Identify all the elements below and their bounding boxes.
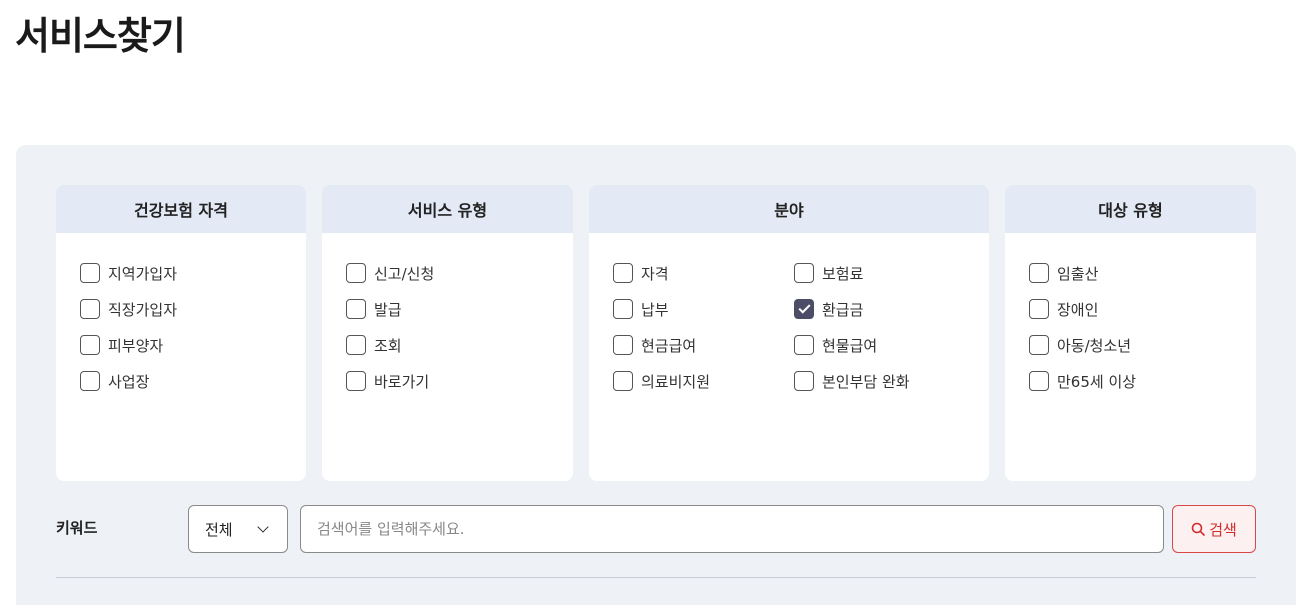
checkbox-label: 신고/신청 [374,264,435,283]
checkbox[interactable] [346,335,366,355]
filter-card-body: 자격 보험료 납부 환급금 현금급여 현물급여 의료비지원 본인부담 완화 [589,233,989,399]
search-input[interactable] [300,505,1164,553]
search-scope-value: 전체 [205,520,233,539]
search-scope-select[interactable]: 전체 [188,505,288,553]
search-button[interactable]: 검색 [1172,505,1256,553]
checkbox-label: 피부양자 [108,336,164,355]
keyword-label: 키워드 [56,519,98,537]
checkbox-label: 직장가입자 [108,300,178,319]
checkbox[interactable] [794,335,814,355]
checkbox-label: 만65세 이상 [1057,372,1137,391]
checkbox-item-eligibility[interactable]: 자격 [613,255,794,291]
checkbox-item-child-youth[interactable]: 아동/청소년 [1029,327,1256,363]
checkbox[interactable] [613,299,633,319]
checkbox[interactable] [794,371,814,391]
checkbox-item-report-apply[interactable]: 신고/신청 [346,255,573,291]
checkbox-item-premium[interactable]: 보험료 [794,255,975,291]
checkbox[interactable] [80,263,100,283]
filter-card-service-type: 서비스 유형 신고/신청 발급 조회 바로가기 [322,185,573,481]
checkbox[interactable] [80,299,100,319]
filter-card-header: 분야 [589,185,989,233]
checkbox-label: 납부 [641,300,669,319]
filter-card-field: 분야 자격 보험료 납부 환급금 현금급여 현물급여 의료비지원 본인부담 완화 [589,185,989,481]
search-button-label: 검색 [1209,520,1237,539]
checkbox-label: 본인부담 완화 [822,372,910,391]
checkbox-label: 바로가기 [374,372,430,391]
checkbox-label: 조회 [374,336,402,355]
checkbox-item-in-kind-benefit[interactable]: 현물급여 [794,327,975,363]
checkbox[interactable] [1029,263,1049,283]
checkbox-item-inquiry[interactable]: 조회 [346,327,573,363]
filter-card-header: 건강보험 자격 [56,185,306,233]
filter-card-body: 지역가입자 직장가입자 피부양자 사업장 [56,233,306,399]
checkbox-label: 자격 [641,264,669,283]
checkbox-item-workplace[interactable]: 사업장 [80,363,306,399]
checkbox-item-pregnancy-birth[interactable]: 임출산 [1029,255,1256,291]
checkbox[interactable] [1029,299,1049,319]
search-icon [1191,522,1205,536]
checkbox[interactable] [613,335,633,355]
checkbox-item-workplace-subscriber[interactable]: 직장가입자 [80,291,306,327]
checkbox-item-medical-support[interactable]: 의료비지원 [613,363,794,399]
checkbox[interactable] [613,263,633,283]
filter-card-body: 신고/신청 발급 조회 바로가기 [322,233,573,399]
checkbox-checked[interactable] [794,299,814,319]
filter-card-header: 대상 유형 [1005,185,1256,233]
checkbox-label: 발급 [374,300,402,319]
checkbox[interactable] [1029,371,1049,391]
checkbox[interactable] [346,371,366,391]
checkbox[interactable] [346,263,366,283]
checkbox-item-shortcut[interactable]: 바로가기 [346,363,573,399]
checkbox[interactable] [613,371,633,391]
checkbox-item-payment[interactable]: 납부 [613,291,794,327]
checkbox-label: 사업장 [108,372,150,391]
checkbox-label: 의료비지원 [641,372,711,391]
checkbox-label: 아동/청소년 [1057,336,1132,355]
checkbox-label: 환급금 [822,300,864,319]
checkbox-label: 현금급여 [641,336,697,355]
check-mark-icon [797,301,811,314]
checkbox-item-copay-relief[interactable]: 본인부담 완화 [794,363,975,399]
checkbox-item-cash-benefit[interactable]: 현금급여 [613,327,794,363]
divider [56,577,1256,578]
checkbox-item-senior-65[interactable]: 만65세 이상 [1029,363,1256,399]
checkbox-label: 지역가입자 [108,264,178,283]
checkbox[interactable] [80,335,100,355]
checkbox[interactable] [1029,335,1049,355]
filter-card-body: 임출산 장애인 아동/청소년 만65세 이상 [1005,233,1256,399]
checkbox-label: 현물급여 [822,336,878,355]
checkbox[interactable] [80,371,100,391]
filter-card-eligibility: 건강보험 자격 지역가입자 직장가입자 피부양자 사업장 [56,185,306,481]
filter-card-header: 서비스 유형 [322,185,573,233]
checkbox-label: 보험료 [822,264,864,283]
checkbox-label: 임출산 [1057,264,1099,283]
filter-card-target-type: 대상 유형 임출산 장애인 아동/청소년 만65세 이상 [1005,185,1256,481]
checkbox-item-refund[interactable]: 환급금 [794,291,975,327]
checkbox[interactable] [794,263,814,283]
checkbox-label: 장애인 [1057,300,1099,319]
checkbox-item-dependent[interactable]: 피부양자 [80,327,306,363]
checkbox[interactable] [346,299,366,319]
checkbox-item-regional-subscriber[interactable]: 지역가입자 [80,255,306,291]
chevron-down-icon [257,521,269,533]
checkbox-item-disabled[interactable]: 장애인 [1029,291,1256,327]
page-title: 서비스찾기 [15,14,186,58]
filter-panel: 건강보험 자격 지역가입자 직장가입자 피부양자 사업장 서비스 유형 신고/신… [16,145,1296,605]
checkbox-item-issue[interactable]: 발급 [346,291,573,327]
